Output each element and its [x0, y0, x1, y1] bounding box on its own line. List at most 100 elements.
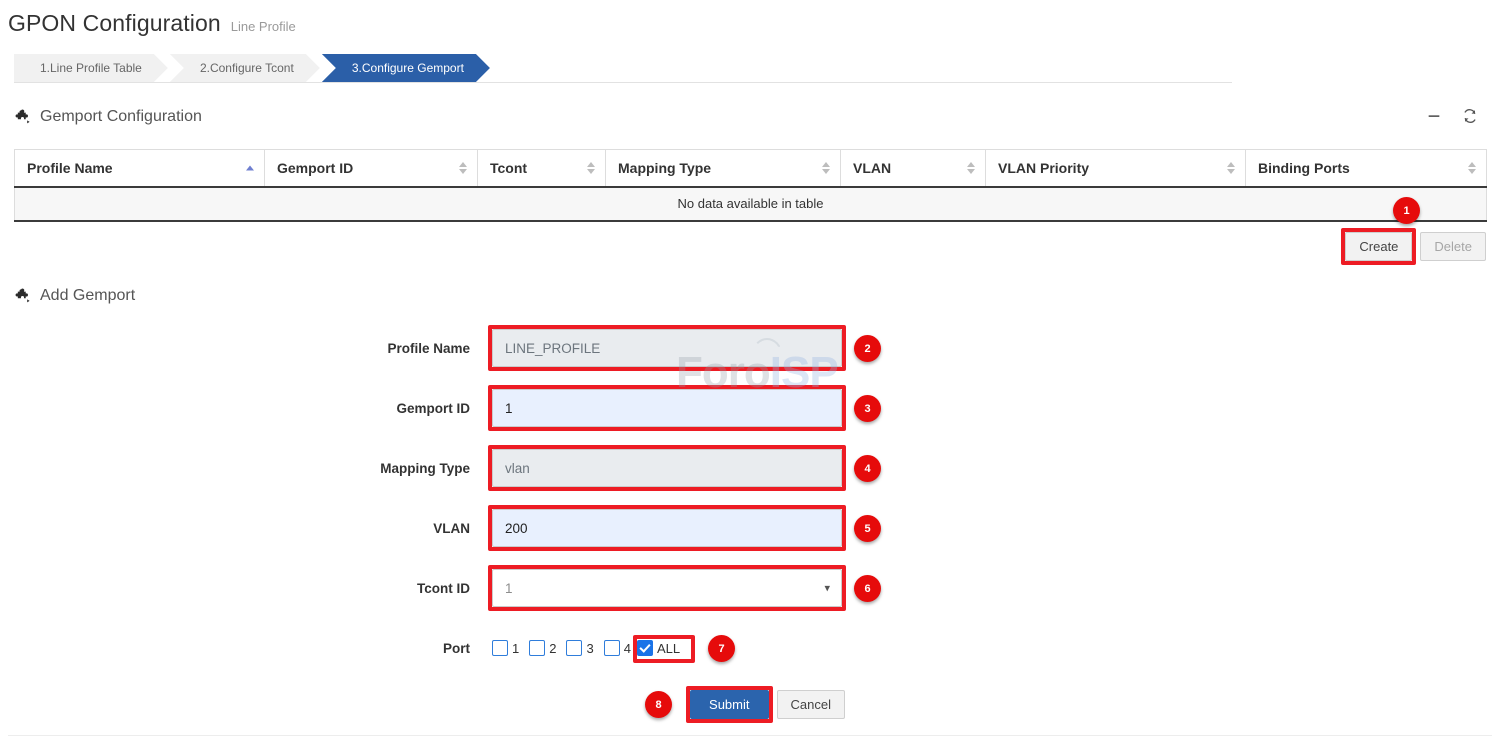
port-all-group[interactable]: ALL	[633, 637, 686, 659]
tcont-id-label: Tcont ID	[0, 581, 492, 596]
profile-name-control: 2	[492, 329, 842, 367]
sort-arrows-icon[interactable]	[587, 162, 595, 174]
cancel-button[interactable]: Cancel	[777, 690, 845, 719]
puzzle-piece-icon	[14, 109, 31, 126]
column-header-gemport-id[interactable]: Gemport ID	[265, 150, 478, 187]
column-header-binding-ports[interactable]: Binding Ports	[1246, 150, 1487, 187]
annotation-badge-1: 1	[1393, 197, 1420, 224]
gemport-configuration-heading: Gemport Configuration	[14, 108, 202, 126]
sort-arrows-icon[interactable]	[1227, 162, 1235, 174]
form-row-gemport-id: Gemport ID 3	[0, 378, 1500, 438]
wizard-step-configure-gemport[interactable]: 3.Configure Gemport	[322, 54, 490, 82]
form-buttons: 8 Submit Cancel	[0, 690, 1500, 719]
annotation-badge-8: 8	[645, 691, 672, 718]
port-checkbox-2-group[interactable]: 2	[529, 640, 556, 656]
port-checkbox-1[interactable]	[492, 640, 508, 656]
gemport-id-control: 3	[492, 389, 842, 427]
mapping-type-control: 4	[492, 449, 842, 487]
tcont-id-select[interactable]: 1	[492, 569, 842, 607]
gemport-id-field[interactable]	[492, 389, 842, 427]
port-control: 1 2 3 4 ALL	[492, 637, 842, 659]
sort-arrows-icon[interactable]	[822, 162, 830, 174]
column-label: Binding Ports	[1258, 160, 1350, 176]
panel-title: Add Gemport	[40, 287, 135, 305]
sort-arrows-icon[interactable]	[246, 165, 254, 170]
port-checkbox-2[interactable]	[529, 640, 545, 656]
wizard-divider	[14, 82, 1232, 83]
mapping-type-field	[492, 449, 842, 487]
form-row-mapping-type: Mapping Type 4	[0, 438, 1500, 498]
table-header-row: Profile Name Gemport ID Tcont Mapping Ty…	[15, 150, 1487, 187]
submit-button-holder: Submit	[690, 690, 768, 719]
create-button-holder: Create	[1345, 232, 1412, 261]
annotation-badge-5: 5	[854, 515, 881, 542]
column-header-vlan[interactable]: VLAN	[841, 150, 986, 187]
column-label: VLAN	[853, 160, 891, 176]
sort-arrows-icon[interactable]	[459, 162, 467, 174]
panel-tools	[1426, 108, 1478, 124]
wizard-step-label: 2.Configure Tcont	[200, 61, 294, 75]
form-row-profile-name: Profile Name 2	[0, 318, 1500, 378]
annotation-badge-4: 4	[854, 455, 881, 482]
wizard-step-label: 1.Line Profile Table	[40, 61, 142, 75]
tcont-id-control: 1 ▾ 6	[492, 569, 842, 607]
page-title: GPON Configuration	[8, 10, 221, 37]
column-header-tcont[interactable]: Tcont	[478, 150, 606, 187]
wizard-step-line-profile-table[interactable]: 1.Line Profile Table	[14, 54, 168, 82]
gemport-id-label: Gemport ID	[0, 401, 492, 416]
annotation-badge-7: 7	[708, 635, 735, 662]
form-row-vlan: VLAN 5	[0, 498, 1500, 558]
column-header-mapping-type[interactable]: Mapping Type	[606, 150, 841, 187]
port-checkbox-4-group[interactable]: 4	[604, 640, 631, 656]
profile-name-label: Profile Name	[0, 341, 492, 356]
port-checkbox-group: 1 2 3 4 ALL	[492, 637, 842, 659]
port-all-label: ALL	[657, 641, 680, 656]
add-gemport-form: Profile Name 2 Gemport ID 3 Mapping Type…	[0, 318, 1500, 678]
port-checkbox-4[interactable]	[604, 640, 620, 656]
column-header-vlan-priority[interactable]: VLAN Priority	[986, 150, 1246, 187]
panel-title: Gemport Configuration	[40, 108, 202, 126]
table-actions: Create Delete	[1345, 232, 1486, 261]
profile-name-field	[492, 329, 842, 367]
vlan-label: VLAN	[0, 521, 492, 536]
delete-button: Delete	[1420, 232, 1486, 261]
wizard-step-label: 3.Configure Gemport	[352, 61, 464, 75]
column-label: Profile Name	[27, 160, 113, 176]
port-checkbox-1-group[interactable]: 1	[492, 640, 519, 656]
column-label: Mapping Type	[618, 160, 711, 176]
port-checkbox-1-label: 1	[512, 641, 519, 656]
gemport-table: Profile Name Gemport ID Tcont Mapping Ty…	[14, 149, 1487, 222]
sort-arrows-icon[interactable]	[1468, 162, 1476, 174]
port-checkbox-4-label: 4	[624, 641, 631, 656]
submit-button[interactable]: Submit	[690, 690, 768, 719]
column-header-profile-name[interactable]: Profile Name	[15, 150, 265, 187]
column-label: Tcont	[490, 160, 527, 176]
annotation-badge-2: 2	[854, 335, 881, 362]
vlan-field[interactable]	[492, 509, 842, 547]
column-label: Gemport ID	[277, 160, 353, 176]
port-checkbox-3-label: 3	[586, 641, 593, 656]
refresh-icon[interactable]	[1462, 108, 1478, 124]
form-row-port: Port 1 2 3	[0, 618, 1500, 678]
port-checkbox-3-group[interactable]: 3	[566, 640, 593, 656]
annotation-badge-6: 6	[854, 575, 881, 602]
table-empty-message: No data available in table	[15, 187, 1487, 221]
puzzle-piece-icon	[14, 288, 31, 305]
footer-divider	[8, 735, 1492, 736]
create-button[interactable]: Create	[1345, 232, 1412, 261]
wizard-steps: 1.Line Profile Table 2.Configure Tcont 3…	[14, 54, 492, 82]
port-label: Port	[0, 641, 492, 656]
wizard-step-configure-tcont[interactable]: 2.Configure Tcont	[170, 54, 320, 82]
sort-arrows-icon[interactable]	[967, 162, 975, 174]
port-all-checkbox[interactable]	[637, 640, 653, 656]
vlan-control: 5	[492, 509, 842, 547]
minus-icon[interactable]	[1426, 108, 1442, 124]
form-row-tcont-id: Tcont ID 1 ▾ 6	[0, 558, 1500, 618]
column-label: VLAN Priority	[998, 160, 1089, 176]
page-header: GPON Configuration Line Profile	[8, 10, 296, 37]
port-checkbox-3[interactable]	[566, 640, 582, 656]
annotation-badge-3: 3	[854, 395, 881, 422]
mapping-type-label: Mapping Type	[0, 461, 492, 476]
page-subtitle: Line Profile	[231, 19, 296, 34]
add-gemport-heading: Add Gemport	[14, 287, 135, 305]
